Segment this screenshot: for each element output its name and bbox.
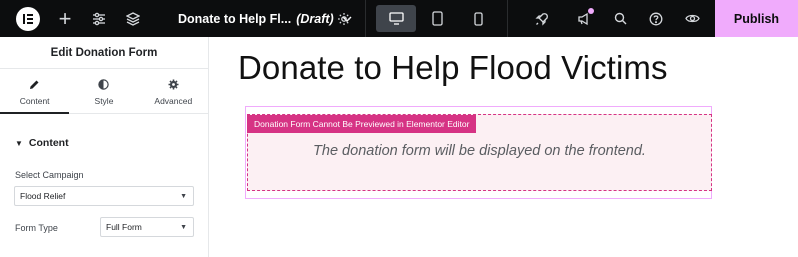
help-button[interactable] [642, 0, 670, 37]
widget-placeholder-message: The donation form will be displayed on t… [313, 143, 646, 159]
document-title: Donate to Help Fl... [178, 11, 292, 26]
mobile-view-button[interactable] [458, 5, 498, 32]
launchpad-button[interactable] [528, 0, 556, 37]
elementor-logo-button[interactable] [10, 0, 46, 37]
page-heading[interactable]: Donate to Help Flood Victims [238, 49, 668, 87]
sliders-icon [93, 12, 105, 25]
panel-title: Edit Donation Form [0, 37, 208, 69]
form-type-select-value: Full Form [106, 222, 142, 232]
notification-badge [588, 8, 594, 14]
select-arrow-icon: ▼ [180, 193, 187, 200]
campaign-select[interactable]: Flood Relief ▼ [14, 186, 194, 206]
tab-style-label: Style [94, 95, 114, 106]
structure-button[interactable] [120, 0, 146, 37]
editor-panel: Edit Donation Form Content Style Advance… [0, 37, 209, 257]
site-settings-button[interactable] [86, 0, 112, 37]
mobile-icon [473, 11, 483, 26]
help-icon [649, 12, 663, 25]
document-status: (Draft) [296, 11, 334, 26]
half-circle-icon [98, 78, 110, 92]
plus-icon: + [58, 5, 72, 31]
eye-icon [684, 14, 700, 23]
tab-advanced[interactable]: Advanced [139, 70, 208, 113]
finder-button[interactable] [606, 0, 634, 37]
tab-style[interactable]: Style [69, 70, 138, 113]
add-element-button[interactable]: + [52, 0, 78, 37]
tab-advanced-label: Advanced [154, 95, 193, 106]
device-switcher [365, 0, 508, 37]
tab-content[interactable]: Content [0, 70, 70, 114]
search-icon [614, 12, 626, 25]
page-settings-button[interactable] [330, 0, 358, 37]
elementor-logo-icon [16, 6, 40, 31]
campaign-select-value: Flood Relief [20, 191, 66, 201]
desktop-view-button[interactable] [376, 5, 416, 32]
document-title-dropdown[interactable]: Donate to Help Fl... (Draft) [160, 0, 352, 37]
gear-icon [338, 12, 350, 25]
layers-icon [126, 11, 140, 26]
tablet-icon [431, 11, 443, 26]
tab-content-label: Content [19, 95, 50, 106]
form-type-label: Form Type [15, 223, 58, 233]
tablet-view-button[interactable] [417, 5, 457, 32]
content-section-title: Content [28, 137, 69, 149]
content-section-toggle[interactable]: ▼ Content [15, 137, 69, 149]
top-bar: + Donate to Help Fl... (Draft) Publish [0, 0, 798, 37]
preview-canvas: Donate to Help Flood Victims Donation Fo… [209, 37, 798, 257]
preview-button[interactable] [678, 0, 706, 37]
select-arrow-icon: ▼ [180, 224, 187, 231]
rocket-icon [535, 12, 548, 26]
widget-notice-tag: Donation Form Cannot Be Previewed in Ele… [247, 115, 477, 133]
pencil-icon [29, 78, 40, 92]
caret-down-icon: ▼ [15, 138, 23, 148]
desktop-icon [388, 12, 404, 25]
publish-button[interactable]: Publish [715, 0, 798, 37]
notifications-button[interactable] [570, 0, 598, 37]
gear-icon [168, 78, 179, 92]
form-type-select[interactable]: Full Form ▼ [100, 217, 194, 237]
panel-tabs: Content Style Advanced [0, 70, 208, 114]
campaign-label: Select Campaign [15, 170, 84, 180]
